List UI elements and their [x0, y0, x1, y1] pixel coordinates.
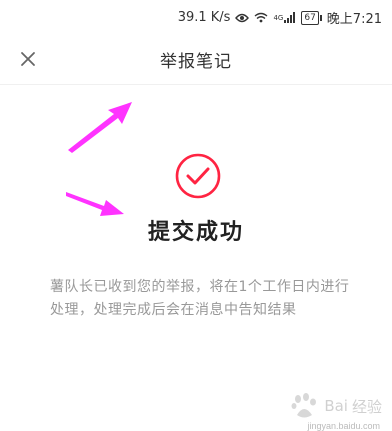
status-indicators: 39.1 K/s 4G 67 晚上7:21 [178, 8, 382, 27]
network-speed: 39.1 K/s [177, 10, 231, 25]
nav-bar: 举报笔记 [0, 34, 392, 85]
signal-icon: 4G [273, 12, 296, 23]
page-title: 举报笔记 [160, 52, 232, 72]
watermark-url: jingyan.baidu.com [307, 421, 380, 431]
battery-icon: 67 [301, 10, 322, 25]
baidu-paw-icon [291, 393, 317, 418]
check-circle-icon [175, 153, 221, 199]
baidu-watermark: Bai 经验 [290, 393, 382, 419]
success-description: 薯队长已收到您的举报，将在1个工作日内进行处理，处理完成后会在消息中告知结果 [50, 279, 350, 318]
status-bar: 39.1 K/s 4G 67 晚上7:21 [0, 0, 392, 34]
network-type: 4G [273, 13, 284, 22]
battery-level: 67 [304, 12, 316, 23]
watermark-brand: 经验 [351, 397, 382, 416]
wifi-icon [254, 12, 268, 23]
annotation-arrow-icon [66, 192, 124, 216]
annotation-arrow-icon [68, 102, 132, 153]
success-title: 提交成功 [147, 220, 244, 245]
eye-icon [235, 13, 250, 23]
clock: 晚上7:21 [326, 12, 382, 27]
watermark-logo-text: Bai [324, 397, 348, 415]
